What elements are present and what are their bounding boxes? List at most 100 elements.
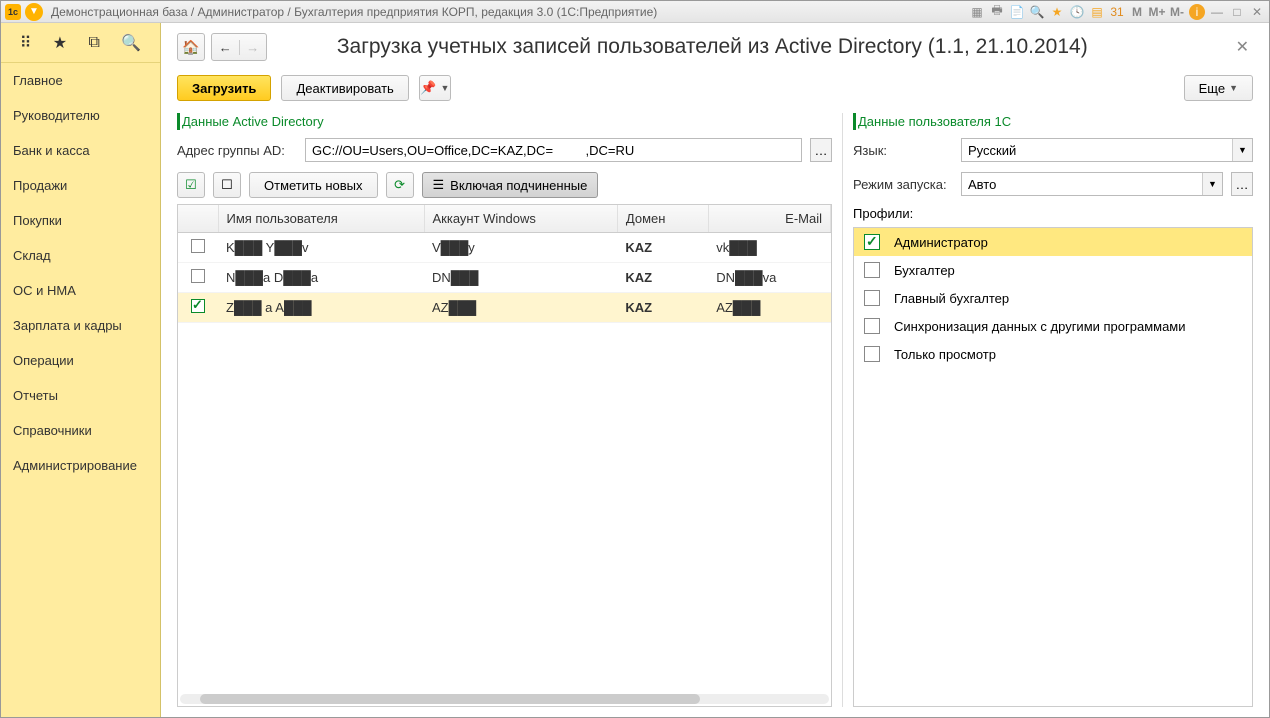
profiles-list[interactable]: Администратор Бухгалтер Главный бухгалте… (853, 227, 1253, 707)
profile-row[interactable]: Главный бухгалтер (854, 284, 1252, 312)
lang-input[interactable] (962, 139, 1232, 161)
ad-row[interactable]: N███a D███a DN███ KAZ DN███va (178, 263, 831, 293)
settings-dropdown[interactable]: 📌▼ (419, 75, 451, 101)
profile-row[interactable]: Администратор (854, 228, 1252, 256)
include-sub-toggle[interactable]: ☰ Включая подчиненные (422, 172, 599, 198)
sidebar-item-11[interactable]: Администрирование (1, 448, 160, 483)
sidebar-item-7[interactable]: Зарплата и кадры (1, 308, 160, 343)
user1c-section-title: Данные пользователя 1С (853, 113, 1253, 130)
col-account[interactable]: Аккаунт Windows (424, 205, 617, 233)
col-domain[interactable]: Домен (617, 205, 708, 233)
profile-row[interactable]: Синхронизация данных с другими программа… (854, 312, 1252, 340)
cell-domain: KAZ (617, 293, 708, 323)
minimize-button[interactable]: — (1209, 4, 1225, 20)
profile-label: Администратор (894, 235, 988, 250)
col-check[interactable] (178, 205, 218, 233)
more-button[interactable]: Еще ▼ (1184, 75, 1253, 101)
cell-email: DN███va (708, 263, 830, 293)
star-icon[interactable]: ★ (53, 33, 67, 53)
content: 🏠 ← → Загрузка учетных записей пользоват… (161, 23, 1269, 717)
check-all-button[interactable]: ☑ (177, 172, 205, 198)
load-button[interactable]: Загрузить (177, 75, 271, 101)
sidebar-item-3[interactable]: Продажи (1, 168, 160, 203)
ad-row[interactable]: K███ Y███v V███y KAZ vk███ (178, 233, 831, 263)
sidebar-item-2[interactable]: Банк и касса (1, 133, 160, 168)
maximize-button[interactable]: □ (1229, 4, 1245, 20)
col-email[interactable]: E-Mail (708, 205, 830, 233)
sidebar-item-8[interactable]: Операции (1, 343, 160, 378)
profile-checkbox[interactable] (864, 262, 880, 278)
cell-email: AZ███ (708, 293, 830, 323)
row-checkbox[interactable] (191, 299, 205, 313)
mode-combo-arrow[interactable]: ▼ (1202, 173, 1222, 195)
cell-account: DN███ (424, 263, 617, 293)
lang-combo[interactable]: ▼ (961, 138, 1253, 162)
profile-label: Главный бухгалтер (894, 291, 1009, 306)
mplus-button[interactable]: M+ (1149, 4, 1165, 20)
bookmark-icon[interactable]: ⧉ (89, 34, 100, 52)
row-checkbox[interactable] (191, 269, 205, 283)
row-checkbox[interactable] (191, 239, 205, 253)
app-menu-dropdown[interactable]: ▼ (25, 3, 43, 21)
cell-domain: KAZ (617, 233, 708, 263)
sidebar-item-1[interactable]: Руководителю (1, 98, 160, 133)
ad-row[interactable]: Z███ a A███ AZ███ KAZ AZ███ (178, 293, 831, 323)
user1c-panel: Данные пользователя 1С Язык: ▼ Режим зап… (843, 113, 1253, 707)
profile-checkbox[interactable] (864, 346, 880, 362)
mode-picker[interactable]: … (1231, 172, 1253, 196)
search-icon[interactable]: 🔍 (121, 33, 141, 53)
grid-hscroll[interactable] (180, 694, 829, 704)
sidebar-item-10[interactable]: Справочники (1, 413, 160, 448)
tool-icon-4[interactable]: 🔍 (1029, 4, 1045, 20)
content-header: 🏠 ← → Загрузка учетных записей пользоват… (177, 33, 1253, 61)
sidebar: ⠿ ★ ⧉ 🔍 ГлавноеРуководителюБанк и кассаП… (1, 23, 161, 717)
cell-user: Z███ a A███ (218, 293, 424, 323)
sidebar-item-0[interactable]: Главное (1, 63, 160, 98)
profile-row[interactable]: Бухгалтер (854, 256, 1252, 284)
calendar-icon[interactable]: 31 (1109, 4, 1125, 20)
ad-address-picker[interactable]: … (810, 138, 832, 162)
profile-checkbox[interactable] (864, 318, 880, 334)
profile-label: Бухгалтер (894, 263, 955, 278)
cell-user: N███a D███a (218, 263, 424, 293)
favorite-icon[interactable]: ★ (1049, 4, 1065, 20)
col-user[interactable]: Имя пользователя (218, 205, 424, 233)
sidebar-toolbar: ⠿ ★ ⧉ 🔍 (1, 23, 160, 63)
close-window-button[interactable]: ✕ (1249, 4, 1265, 20)
ad-address-input[interactable] (305, 138, 802, 162)
profile-row[interactable]: Только просмотр (854, 340, 1252, 368)
sidebar-item-6[interactable]: ОС и НМА (1, 273, 160, 308)
lang-combo-arrow[interactable]: ▼ (1232, 139, 1252, 161)
sidebar-item-9[interactable]: Отчеты (1, 378, 160, 413)
profile-checkbox[interactable] (864, 234, 880, 250)
info-icon[interactable]: i (1189, 4, 1205, 20)
action-row: Загрузить Деактивировать 📌▼ Еще ▼ (177, 75, 1253, 101)
ad-address-label: Адрес группы AD: (177, 143, 297, 158)
deactivate-button[interactable]: Деактивировать (281, 75, 408, 101)
close-tab-button[interactable]: ✕ (1232, 37, 1253, 57)
m-button[interactable]: M (1129, 4, 1145, 20)
sidebar-item-5[interactable]: Склад (1, 238, 160, 273)
mminus-button[interactable]: M- (1169, 4, 1185, 20)
ad-section-title: Данные Active Directory (177, 113, 832, 130)
cell-account: AZ███ (424, 293, 617, 323)
profiles-label: Профили: (853, 206, 1253, 221)
tool-icon-1[interactable]: ▦ (969, 4, 985, 20)
refresh-button[interactable]: ⟳ (386, 172, 414, 198)
ad-users-grid[interactable]: Имя пользователя Аккаунт Windows Домен E… (177, 204, 832, 707)
calc-icon[interactable]: ▤ (1089, 4, 1105, 20)
sidebar-item-4[interactable]: Покупки (1, 203, 160, 238)
mode-input[interactable] (962, 173, 1202, 195)
history-icon[interactable]: 🕓 (1069, 4, 1085, 20)
ad-panel: Данные Active Directory Адрес группы AD:… (177, 113, 843, 707)
profile-label: Синхронизация данных с другими программа… (894, 319, 1186, 334)
uncheck-all-button[interactable]: ☐ (213, 172, 241, 198)
apps-icon[interactable]: ⠿ (20, 33, 32, 53)
mode-combo[interactable]: ▼ (961, 172, 1223, 196)
tool-icon-3[interactable]: 📄 (1009, 4, 1025, 20)
tool-icon-2[interactable]: 🖶 (989, 4, 1005, 20)
window-title: Демонстрационная база / Администратор / … (51, 5, 969, 19)
cell-domain: KAZ (617, 263, 708, 293)
mark-new-button[interactable]: Отметить новых (249, 172, 378, 198)
profile-checkbox[interactable] (864, 290, 880, 306)
